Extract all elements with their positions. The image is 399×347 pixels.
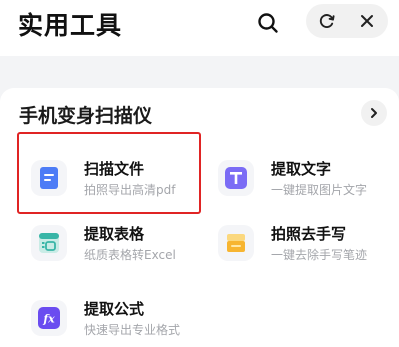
top-bar: 实用工具	[0, 0, 399, 56]
tool-icon-tile	[218, 160, 254, 196]
tool-extract-table[interactable]: 提取表格 纸质表格转Excel	[31, 219, 196, 269]
tool-description: 一键去除手写笔迹	[271, 248, 368, 262]
formula-extract-icon: fx	[38, 307, 60, 329]
tool-name: 提取公式	[84, 300, 145, 318]
tool-description: 快速导出专业格式	[84, 323, 181, 337]
tool-scan-file[interactable]: 扫描文件 拍照导出高清pdf	[31, 154, 196, 204]
close-icon	[361, 15, 373, 27]
tool-description: 拍照导出高清pdf	[84, 183, 176, 197]
tool-icon-tile	[218, 225, 254, 261]
tool-icon-tile	[31, 225, 67, 261]
section-more-button[interactable]	[361, 100, 387, 126]
tool-name: 提取文字	[271, 160, 332, 178]
refresh-button[interactable]	[308, 4, 346, 38]
tool-remove-handwriting[interactable]: 拍照去手写 一键去除手写笔迹	[218, 219, 388, 269]
erase-handwriting-icon	[227, 234, 245, 252]
tool-extract-formula[interactable]: fx 提取公式 快速导出专业格式	[31, 294, 196, 344]
page-title: 实用工具	[18, 11, 123, 40]
tool-icon-tile	[31, 160, 67, 196]
tool-description: 纸质表格转Excel	[84, 248, 176, 262]
tool-name: 扫描文件	[84, 160, 145, 178]
document-scan-icon	[40, 167, 58, 189]
tool-extract-text[interactable]: 提取文字 一键提取图片文字	[218, 154, 388, 204]
refresh-icon	[319, 14, 335, 28]
chevron-right-icon	[371, 108, 377, 118]
tool-description: 一键提取图片文字	[271, 183, 368, 197]
search-icon	[258, 13, 278, 33]
tool-icon-tile: fx	[31, 300, 67, 336]
search-button[interactable]	[254, 9, 282, 37]
tool-name: 拍照去手写	[271, 225, 347, 243]
svg-text:fx: fx	[42, 313, 55, 326]
table-extract-icon	[39, 233, 59, 253]
tool-name: 提取表格	[84, 225, 145, 243]
mini-program-capsule	[306, 4, 388, 38]
text-extract-icon	[225, 167, 247, 189]
close-button[interactable]	[348, 4, 386, 38]
section-title: 手机变身扫描仪	[19, 105, 153, 127]
